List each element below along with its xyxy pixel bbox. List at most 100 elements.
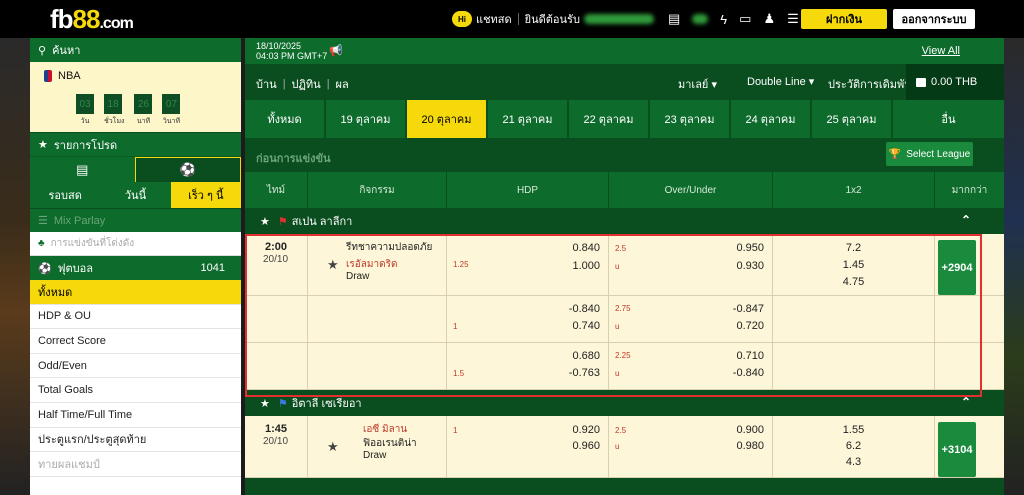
hdp-cell[interactable]: 1.25 0.840 1.000 <box>447 234 609 295</box>
odds-format-dropdown[interactable]: มาเลย์ ▾ <box>678 75 717 93</box>
deposit-button[interactable]: ฝากเงิน <box>801 9 887 29</box>
ou-cell[interactable]: 2.5 u 0.950 0.930 <box>609 234 773 295</box>
background-left <box>0 38 30 495</box>
favorites-header[interactable]: ★ รายการโปรด <box>30 132 241 156</box>
date-tab-21[interactable]: 21 ตุลาคม <box>488 100 569 138</box>
star-icon[interactable]: ★ <box>260 215 270 228</box>
league-header-seriea[interactable]: ★ ⚑ อิตาลี เซเรียอา ⌃ <box>245 390 1004 416</box>
date-tab-22[interactable]: 22 ตุลาคม <box>569 100 650 138</box>
odds-value[interactable]: -0.847 <box>733 303 764 315</box>
nav-bar: บ้าน | ปฏิทิน | ผล มาเลย์ ▾ Double Line … <box>245 64 1004 100</box>
date-tab-23[interactable]: 23 ตุลาคม <box>650 100 731 138</box>
more-markets-button[interactable]: +3104 <box>938 422 976 477</box>
ou-cell[interactable]: 2.5 u 0.900 0.980 <box>609 416 773 477</box>
odds-value[interactable]: 0.710 <box>736 350 764 362</box>
hdp-cell[interactable]: 1 -0.840 0.740 <box>447 296 609 342</box>
1x2-cell[interactable]: 1.55 6.2 4.3 <box>773 416 935 477</box>
odds-value[interactable]: -0.840 <box>569 303 600 315</box>
document-icon[interactable]: ▤ <box>668 11 680 27</box>
menu-first-last-goal[interactable]: ประตูแรก/ประตูสุดท้าย <box>30 427 241 453</box>
date-tab-20[interactable]: 20 ตุลาคม <box>407 100 488 138</box>
top-user-bar: Hi แชทสด ยินดีต้อนรับ ▤ ϟ ▭ ♟ ☰ <box>452 8 805 30</box>
menu-total-goals[interactable]: Total Goals <box>30 378 241 403</box>
odds-draw[interactable]: 4.75 <box>773 276 934 288</box>
hdp-cell[interactable]: 1.5 0.680 -0.763 <box>447 343 609 389</box>
odds-home[interactable]: 1.55 <box>773 424 934 436</box>
date-tab-all[interactable]: ทั้งหมด <box>245 100 326 138</box>
tab-football[interactable]: ⚽ <box>134 157 241 182</box>
welcome-label: ยินดีต้อนรับ <box>524 14 580 26</box>
star-icon[interactable]: ★ <box>327 257 339 273</box>
view-all-link[interactable]: View All <box>922 45 960 57</box>
league-header-laliga[interactable]: ★ ⚑ สเปน ลาลีกา ⌃ <box>245 208 1004 234</box>
nav-home[interactable]: บ้าน <box>256 75 277 93</box>
popular-matches-row[interactable]: ♣ การแข่งขันที่โด่งดัง <box>30 232 241 256</box>
tab-upcoming[interactable]: เร็ว ๆ นี้ <box>170 182 241 208</box>
odds-value[interactable]: 0.680 <box>572 350 600 362</box>
odds-away[interactable]: 1.45 <box>773 259 934 271</box>
odds-value[interactable]: 0.950 <box>736 242 764 254</box>
odds-draw[interactable]: 4.3 <box>773 456 934 468</box>
odds-away[interactable]: 6.2 <box>773 440 934 452</box>
line-dropdown[interactable]: Double Line ▾ <box>747 75 814 88</box>
under-label: u <box>615 322 620 331</box>
list-icon[interactable]: ☰ <box>787 11 799 27</box>
odds-value[interactable]: -0.763 <box>569 367 600 379</box>
bet-history-link[interactable]: ประวัติการเดิมพัน <box>828 75 912 93</box>
logout-button[interactable]: ออกจากระบบ <box>893 9 975 29</box>
menu-correct-score[interactable]: Correct Score <box>30 329 241 354</box>
odds-value[interactable]: 0.720 <box>736 320 764 332</box>
balance-display[interactable]: 0.00 THB <box>906 64 1004 100</box>
date-tab-other[interactable]: อื่น <box>893 100 1004 138</box>
menu-outright[interactable]: ทายผลแชมป์ <box>30 452 241 477</box>
date-tab-25[interactable]: 25 ตุลาคม <box>812 100 893 138</box>
nba-countdown-card[interactable]: NBA 03 วัน 18 ชั่วโมง 26 นาที 07 วินาที <box>30 62 241 132</box>
ou-cell[interactable]: 2.75 u -0.847 0.720 <box>609 296 773 342</box>
ou-cell[interactable]: 2.25 u 0.710 -0.840 <box>609 343 773 389</box>
football-header[interactable]: ⚽ ฟุตบอล 1041 <box>30 256 241 280</box>
tab-today[interactable]: วันนี้ <box>100 182 170 208</box>
odds-value[interactable]: -0.840 <box>733 367 764 379</box>
odds-value[interactable]: 1.000 <box>572 260 600 272</box>
nav-calendar[interactable]: ปฏิทิน <box>292 75 321 93</box>
megaphone-icon[interactable]: 📢 <box>329 44 343 57</box>
odds-value[interactable]: 0.840 <box>572 242 600 254</box>
menu-odd-even[interactable]: Odd/Even <box>30 353 241 379</box>
menu-all[interactable]: ทั้งหมด <box>30 280 241 305</box>
star-icon[interactable]: ★ <box>260 397 270 410</box>
datetime-bar: 18/10/2025 04:03 PM GMT+7 📢 View All <box>245 38 1004 64</box>
star-icon[interactable]: ★ <box>327 439 339 455</box>
odds-value[interactable]: 0.740 <box>572 320 600 332</box>
live-chat-link[interactable]: แชทสด <box>476 10 512 28</box>
odds-value[interactable]: 0.980 <box>736 440 764 452</box>
menu-hdp-ou[interactable]: HDP & OU <box>30 304 241 330</box>
1x2-cell[interactable]: 7.2 1.45 4.75 <box>773 234 935 295</box>
odds-value[interactable]: 0.900 <box>736 424 764 436</box>
league-name: อิตาลี เซเรียอา <box>291 398 362 410</box>
site-logo[interactable]: fb88.com <box>50 4 134 35</box>
match-event-cell <box>308 343 447 389</box>
tab-live[interactable]: รอบสด <box>30 182 100 208</box>
chevron-up-icon[interactable]: ⌃ <box>961 213 971 227</box>
odds-value[interactable]: 0.930 <box>736 260 764 272</box>
chevron-up-icon[interactable]: ⌃ <box>961 395 971 409</box>
odds-home[interactable]: 7.2 <box>773 242 934 254</box>
odds-value[interactable]: 0.960 <box>572 440 600 452</box>
select-league-button[interactable]: 🏆 Select League <box>886 142 973 166</box>
date-tab-19[interactable]: 19 ตุลาคม <box>326 100 407 138</box>
hdp-cell[interactable]: 1 0.920 0.960 <box>447 416 609 477</box>
tab-list[interactable]: ▤ <box>30 157 135 182</box>
lightning-icon[interactable]: ϟ <box>720 12 727 27</box>
vip-icon[interactable]: ▭ <box>739 11 751 27</box>
search-icon: ⚲ <box>38 44 47 57</box>
date-tab-24[interactable]: 24 ตุลาคม <box>731 100 812 138</box>
chat-icon[interactable]: Hi <box>452 11 472 27</box>
odds-value[interactable]: 0.920 <box>572 424 600 436</box>
more-markets-button[interactable]: +2904 <box>938 240 976 295</box>
mix-parlay-header[interactable]: ☰ Mix Parlay <box>30 208 241 232</box>
search-header[interactable]: ⚲ ค้นหา <box>30 38 241 62</box>
menu-ht-ft[interactable]: Half Time/Full Time <box>30 402 241 428</box>
divider <box>517 13 519 25</box>
nav-results[interactable]: ผล <box>336 75 349 93</box>
user-icon[interactable]: ♟ <box>763 11 775 27</box>
